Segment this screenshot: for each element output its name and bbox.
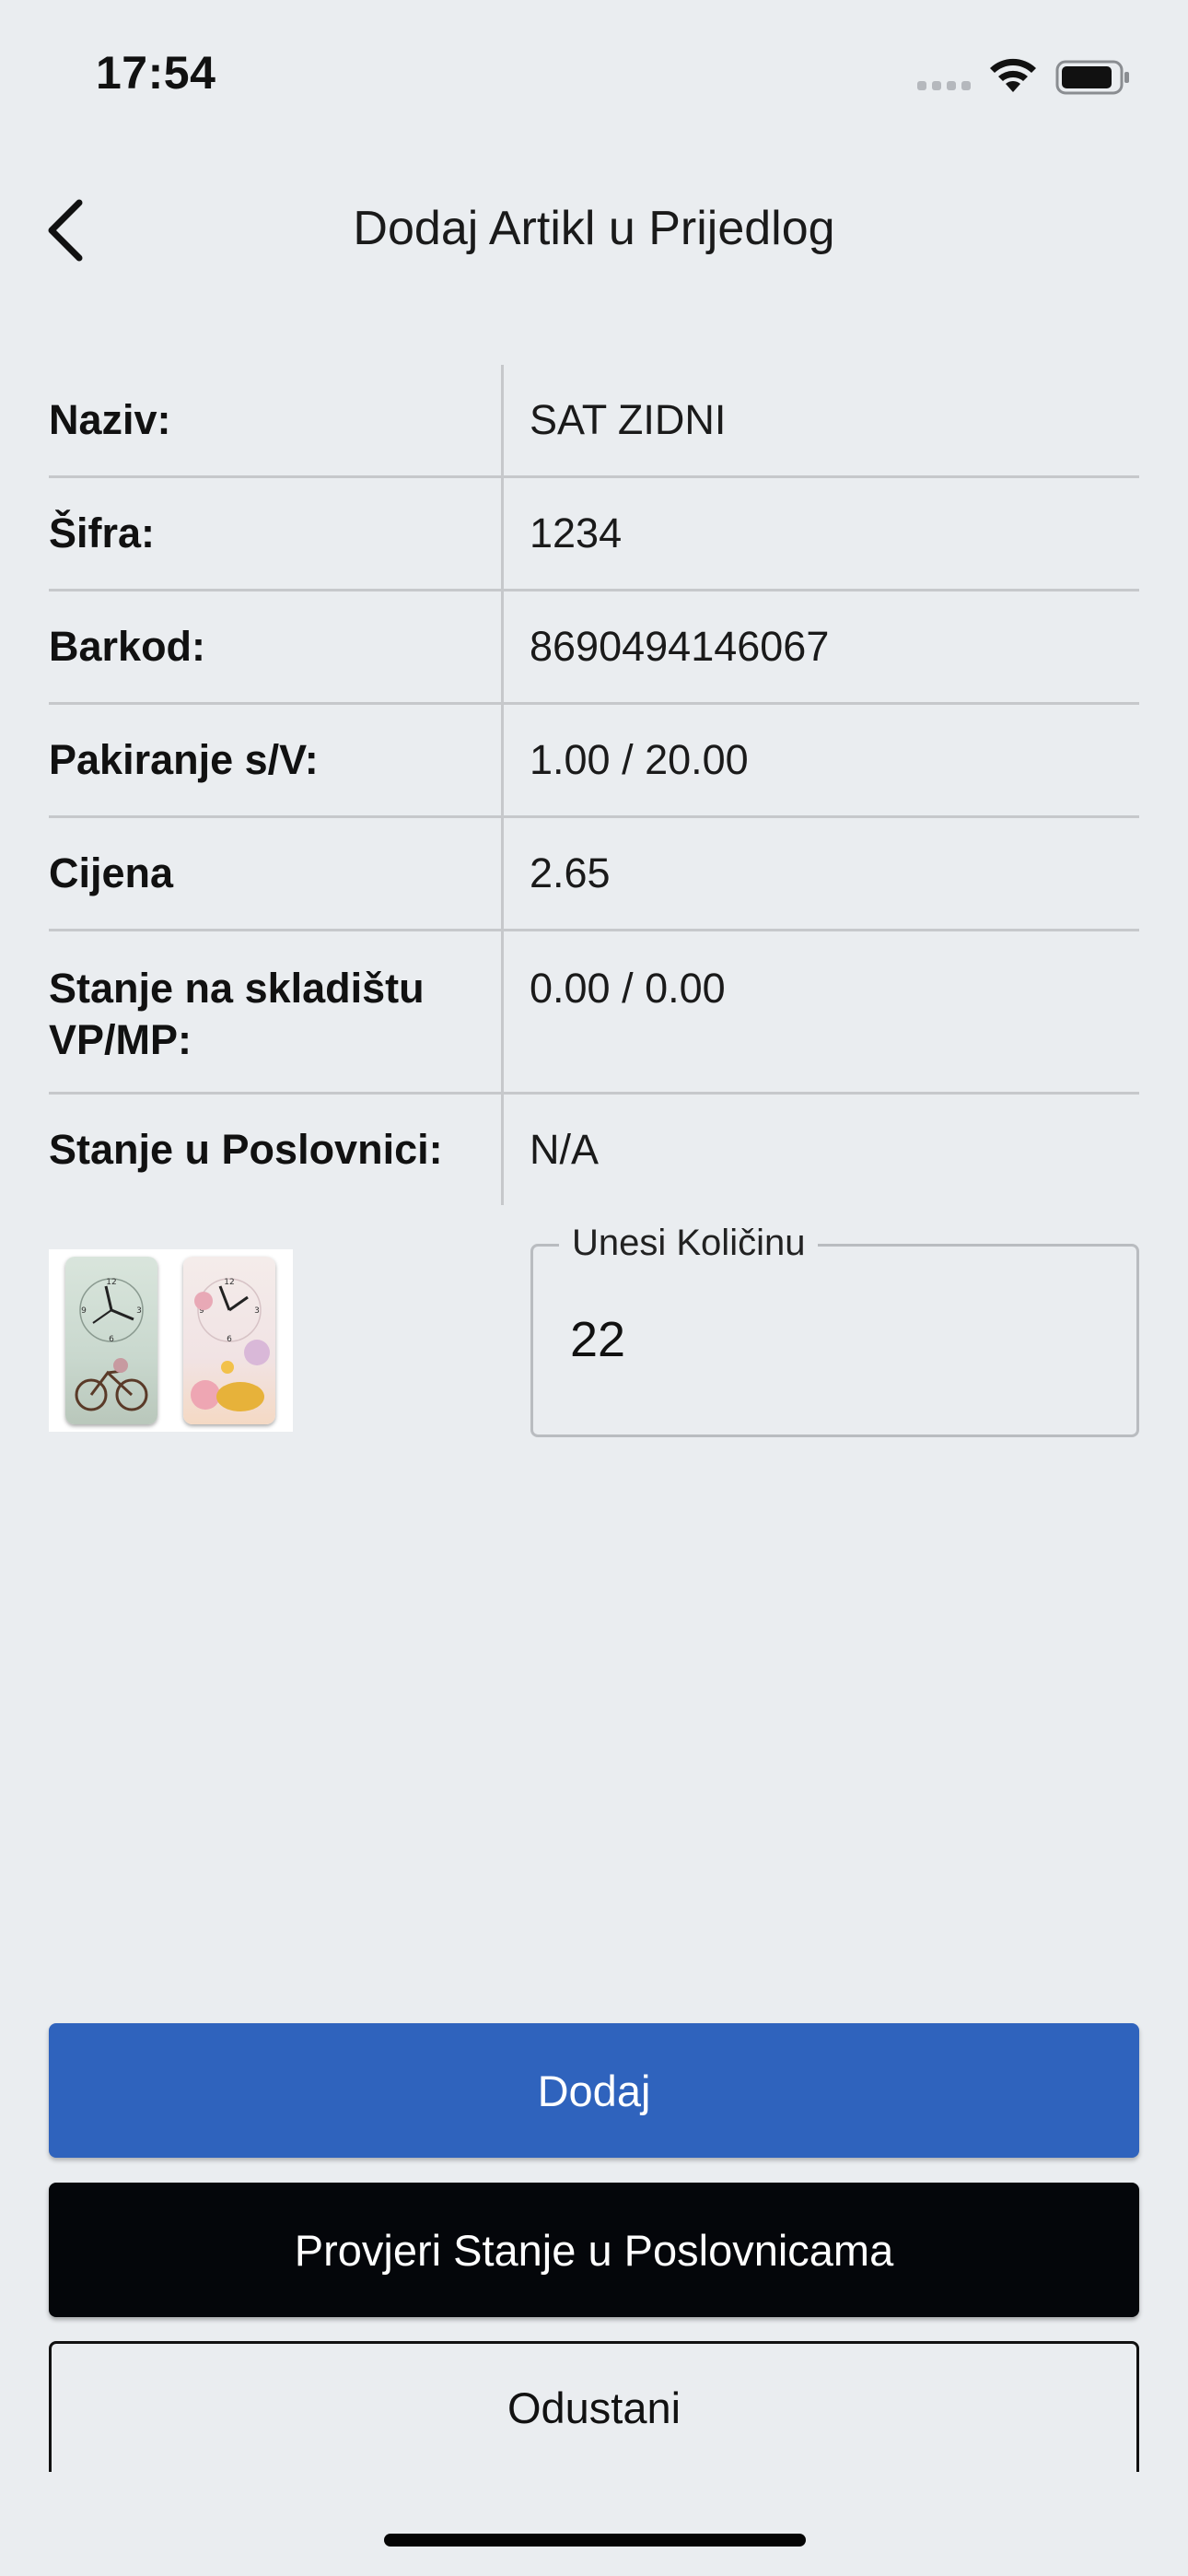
- cancel-button[interactable]: Odustani: [49, 2341, 1139, 2472]
- svg-text:3: 3: [254, 1306, 260, 1316]
- detail-row-stanje-poslovnica: Stanje u Poslovnici: N/A: [49, 1095, 1139, 1205]
- svg-text:6: 6: [109, 1335, 114, 1344]
- svg-text:12: 12: [224, 1278, 234, 1287]
- battery-icon: [1055, 60, 1129, 95]
- quantity-label: Unesi Količinu: [559, 1223, 819, 1264]
- detail-value: 1.00 / 20.00: [530, 736, 749, 783]
- cellular-signal-icon: [917, 81, 971, 90]
- detail-row-pakiranje: Pakiranje s/V: 1.00 / 20.00: [49, 705, 1139, 818]
- home-indicator[interactable]: [384, 2534, 806, 2547]
- detail-value: N/A: [530, 1126, 600, 1173]
- detail-label: Stanje u Poslovnici:: [49, 1095, 504, 1205]
- nav-header: Dodaj Artikl u Prijedlog: [0, 175, 1188, 286]
- svg-text:9: 9: [81, 1306, 87, 1316]
- wall-clock-image-left: 12 3 6 9: [65, 1257, 157, 1424]
- detail-value: 2.65: [530, 849, 611, 896]
- product-image[interactable]: 12 3 6 9 12 3 6 9: [49, 1249, 293, 1432]
- detail-row-cijena: Cijena 2.65: [49, 818, 1139, 931]
- detail-value: SAT ZIDNI: [530, 396, 727, 443]
- detail-label: Stanje na skladištu VP/MP:: [49, 931, 504, 1092]
- status-time: 17:54: [96, 47, 216, 99]
- detail-label: Naziv:: [49, 365, 504, 475]
- detail-row-stanje-skladiste: Stanje na skladištu VP/MP: 0.00 / 0.00: [49, 931, 1139, 1095]
- page-title: Dodaj Artikl u Prijedlog: [353, 202, 835, 255]
- status-bar: 17:54: [0, 0, 1188, 157]
- wifi-icon: [990, 58, 1036, 92]
- check-stock-button[interactable]: Provjeri Stanje u Poslovnicama: [49, 2183, 1139, 2317]
- svg-text:3: 3: [136, 1306, 142, 1316]
- article-details-table: Naziv: SAT ZIDNI Šifra: 1234 Barkod: 869…: [49, 365, 1139, 1205]
- detail-value: 0.00 / 0.00: [530, 965, 726, 1012]
- detail-label: Šifra:: [49, 478, 504, 589]
- detail-label: Cijena: [49, 818, 504, 929]
- quantity-input[interactable]: [570, 1311, 1104, 1368]
- detail-value: 1234: [530, 509, 623, 556]
- detail-value: 8690494146067: [530, 623, 830, 670]
- detail-label: Pakiranje s/V:: [49, 705, 504, 815]
- svg-text:12: 12: [106, 1278, 116, 1287]
- wall-clock-image-right: 12 3 6 9: [183, 1257, 275, 1424]
- svg-text:6: 6: [227, 1335, 232, 1344]
- detail-row-naziv: Naziv: SAT ZIDNI: [49, 365, 1139, 478]
- detail-row-barkod: Barkod: 8690494146067: [49, 591, 1139, 705]
- detail-label: Barkod:: [49, 591, 504, 702]
- detail-row-sifra: Šifra: 1234: [49, 478, 1139, 591]
- add-button[interactable]: Dodaj: [49, 2023, 1139, 2158]
- quantity-field[interactable]: Unesi Količinu: [530, 1223, 1139, 1437]
